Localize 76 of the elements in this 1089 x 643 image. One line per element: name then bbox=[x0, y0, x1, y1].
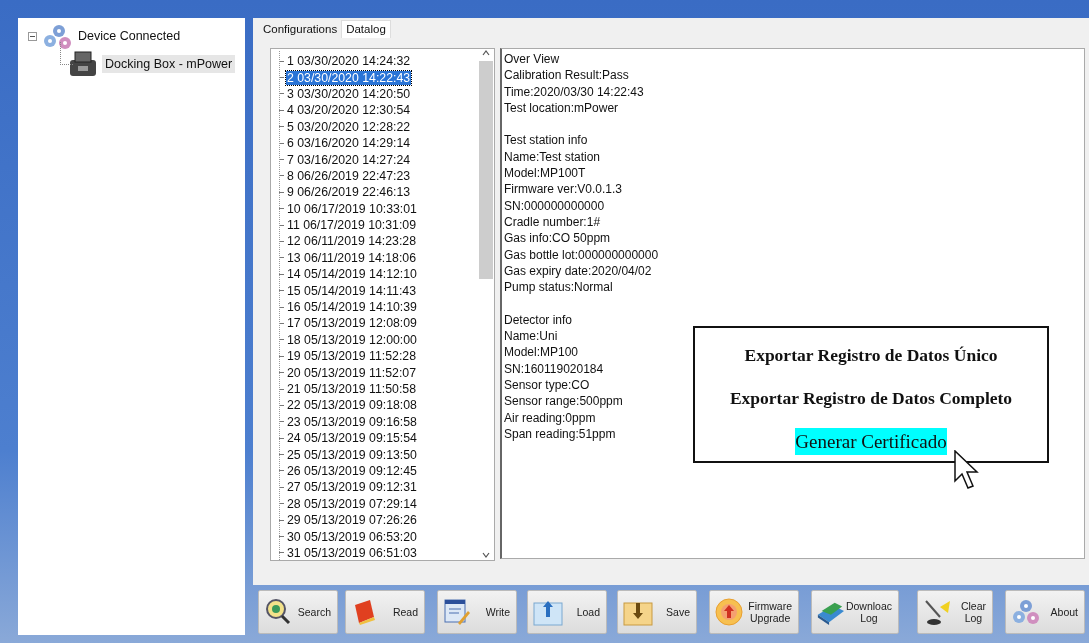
datalog-entry[interactable]: 4 03/20/2020 12:30:54 bbox=[286, 103, 412, 118]
datalog-entry[interactable]: 19 05/13/2019 11:52:28 bbox=[286, 349, 417, 364]
toolbar-button[interactable]: Firmware Upgrade bbox=[709, 590, 799, 634]
toolbar-button[interactable]: Clear Log bbox=[917, 590, 993, 634]
gears-icon bbox=[41, 23, 71, 49]
detail-line: Sensor type:CO bbox=[504, 376, 590, 394]
detail-line: Pump status:Normal bbox=[504, 279, 613, 296]
menu-item[interactable]: Exportar Registro de Datos Único bbox=[744, 342, 998, 369]
datalog-entry[interactable]: 16 05/14/2019 14:10:39 bbox=[286, 300, 418, 315]
datalog-entry[interactable]: 6 03/16/2020 14:29:14 bbox=[286, 136, 412, 151]
detail-line: Name:Test station bbox=[504, 148, 601, 166]
detail-line: Span reading:51ppm bbox=[504, 425, 616, 443]
detail-line: Model:MP100T bbox=[504, 165, 586, 182]
toolbar-button[interactable]: Downloac Log bbox=[811, 590, 899, 634]
datalog-entry[interactable]: 24 05/13/2019 09:15:54 bbox=[286, 431, 418, 446]
detail-line: SN:000000000000 bbox=[504, 197, 605, 214]
tab[interactable]: Configurations bbox=[259, 21, 342, 38]
datalog-entry[interactable]: 22 05/13/2019 09:18:08 bbox=[286, 398, 418, 413]
datalog-entry[interactable]: 27 05/13/2019 09:12:31 bbox=[286, 480, 418, 495]
detail-line: Gas bottle lot:000000000000 bbox=[504, 246, 659, 263]
toolbar-button[interactable]: Load bbox=[527, 590, 607, 634]
detail-line: Air reading:0ppm bbox=[504, 409, 596, 426]
detail-line: Name:Uni bbox=[504, 328, 558, 345]
datalog-entry[interactable]: 21 05/13/2019 11:50:58 bbox=[286, 382, 417, 396]
datalog-entry[interactable]: 15 05/14/2019 14:11:43 bbox=[286, 283, 417, 298]
gears-icon bbox=[1010, 597, 1042, 627]
datalog-entry[interactable]: 18 05/13/2019 12:00:00 bbox=[286, 332, 418, 347]
scrollbar-thumb[interactable] bbox=[478, 61, 493, 279]
detail-line: Gas info:CO 50ppm bbox=[504, 230, 611, 247]
detail-line: Detector info bbox=[504, 311, 573, 329]
datalog-entry[interactable]: 13 06/11/2019 14:18:06 bbox=[286, 250, 417, 265]
datalog-entry[interactable]: 3 03/30/2020 14:20:50 bbox=[286, 86, 412, 101]
toolbar-button[interactable]: About bbox=[1005, 590, 1085, 634]
detail-line: Test station info bbox=[504, 132, 588, 149]
detail-line: SN:160119020184 bbox=[504, 360, 604, 377]
scroll-down-icon bbox=[480, 550, 491, 560]
datalog-entry[interactable]: 25 05/13/2019 09:13:50 bbox=[286, 447, 418, 462]
detail-line: Over View bbox=[504, 51, 560, 68]
detail-line: Calibration Result:Pass bbox=[504, 67, 629, 84]
detail-line: Model:MP100 bbox=[504, 344, 579, 361]
detail-line: Gas expiry date:2020/04/02 bbox=[504, 262, 652, 280]
datalog-entry[interactable]: 23 05/13/2019 09:16:58 bbox=[286, 414, 418, 429]
toolbar-button[interactable]: Search bbox=[258, 590, 338, 634]
detail-line: Cradle number:1# bbox=[504, 213, 601, 231]
datalog-entry[interactable]: 28 05/13/2019 07:29:14 bbox=[286, 496, 418, 511]
datalog-entry[interactable]: 5 03/20/2020 12:28:22 bbox=[286, 119, 412, 134]
datalog-entry[interactable]: 29 05/13/2019 07:26:26 bbox=[286, 513, 418, 528]
menu-item[interactable]: Generar Certificado bbox=[795, 428, 947, 455]
datalog-entry[interactable]: 1 03/30/2020 14:24:32 bbox=[286, 54, 412, 69]
datalog-entry[interactable]: 30 05/13/2019 06:53:20 bbox=[286, 529, 418, 544]
detail-line: Sensor range:500ppm bbox=[504, 393, 623, 410]
datalog-entry[interactable]: 31 05/13/2019 06:51:03 bbox=[286, 545, 418, 560]
menu-item[interactable]: Exportar Registro de Datos Completo bbox=[729, 385, 1013, 412]
docking-box-icon bbox=[68, 50, 98, 78]
datalog-entry[interactable]: 26 05/13/2019 09:12:45 bbox=[286, 463, 418, 478]
detail-line: Test location:mPower bbox=[504, 99, 619, 117]
datalog-entry[interactable]: 8 06/26/2019 22:47:23 bbox=[286, 168, 412, 183]
toolbar-button[interactable]: Save bbox=[617, 590, 697, 634]
datalog-entry[interactable]: 10 06/17/2019 10:33:01 bbox=[286, 201, 418, 216]
datalog-entry[interactable]: 2 03/30/2020 14:22:43 bbox=[286, 70, 412, 85]
datalog-entry[interactable]: 17 05/13/2019 12:08:09 bbox=[286, 316, 418, 331]
collapse-icon[interactable] bbox=[28, 31, 37, 41]
datalog-entry[interactable]: 11 06/17/2019 10:31:09 bbox=[286, 218, 417, 233]
datalog-entry[interactable]: 9 06/26/2019 22:46:13 bbox=[286, 185, 412, 200]
toolbar-button[interactable]: Read bbox=[345, 590, 425, 634]
datalog-entry[interactable]: 7 03/16/2020 14:27:24 bbox=[286, 152, 412, 167]
toolbar-button[interactable]: Write bbox=[437, 590, 517, 634]
datalog-entry[interactable]: 20 05/13/2019 11:52:07 bbox=[286, 365, 417, 380]
upload-circle-icon bbox=[714, 597, 746, 627]
detail-line: Firmware ver:V0.0.1.3 bbox=[504, 181, 623, 198]
datalog-entry[interactable]: 12 06/11/2019 14:23:28 bbox=[286, 234, 417, 249]
tab[interactable]: Datalog bbox=[341, 20, 391, 38]
datalog-entry[interactable]: 14 05/14/2019 14:12:10 bbox=[286, 267, 418, 282]
detail-line: Time:2020/03/30 14:22:43 bbox=[504, 83, 644, 100]
tree-item[interactable]: Device Connected bbox=[75, 27, 184, 45]
tree-item[interactable]: Docking Box - mPower bbox=[102, 55, 236, 73]
